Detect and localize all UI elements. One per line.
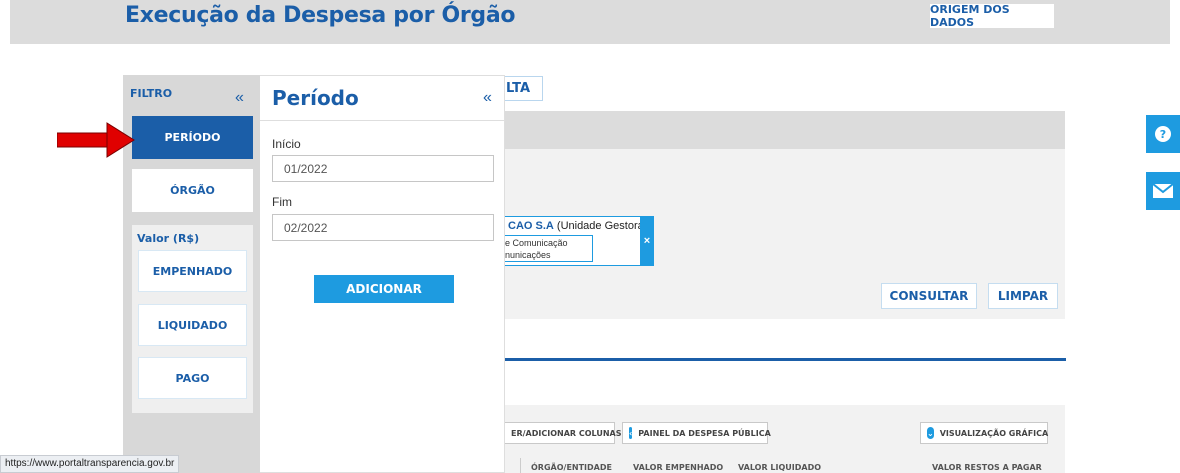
page-title: Execução da Despesa por Órgão [125, 3, 516, 28]
table-header-restos[interactable]: VALOR RESTOS A PAGAR [932, 463, 1042, 472]
filters-header-bar [505, 111, 1065, 149]
chip-title: CAO S.A (Unidade Gestora) [508, 220, 647, 232]
chip-title-rest: (Unidade Gestora) [553, 220, 648, 232]
consulta-tab[interactable]: LTA [503, 76, 543, 101]
add-columns-button[interactable]: ER/ADICIONAR COLUNAS [505, 422, 621, 444]
filter-periodo-button[interactable]: PERÍODO [132, 116, 253, 159]
filter-empenhado-button[interactable]: EMPENHADO [138, 250, 247, 292]
filter-pago-button[interactable]: PAGO [138, 357, 247, 399]
section-divider [505, 358, 1066, 361]
chip-title-bold: CAO S.A [508, 220, 554, 232]
origem-dos-dados-button[interactable]: ORIGEM DOS DADOS [930, 3, 1054, 29]
inicio-label: Início [272, 137, 301, 151]
chevron-down-icon: ⌄ [927, 427, 934, 439]
table-header-empenhado[interactable]: VALOR EMPENHADO [633, 463, 723, 472]
valor-label: Valor (R$) [137, 232, 200, 245]
limpar-button[interactable]: LIMPAR [988, 283, 1058, 309]
chip-line-1: e Comunicação [505, 238, 568, 248]
remove-filter-button[interactable]: × [640, 216, 654, 266]
svg-text:?: ? [1160, 128, 1166, 141]
periodo-panel [260, 75, 505, 473]
column-separator [520, 458, 521, 473]
filter-liquidado-button[interactable]: LIQUIDADO [138, 304, 247, 346]
collapse-periodo-icon[interactable]: « [483, 89, 492, 107]
fim-input[interactable] [272, 214, 494, 241]
status-bar-url: https://www.portaltransparencia.gov.br [0, 455, 180, 473]
table-header-liquidado[interactable]: VALOR LIQUIDADO [738, 463, 821, 472]
collapse-filter-icon[interactable]: « [235, 89, 244, 107]
filter-title: FILTRO [130, 87, 173, 100]
contact-button[interactable] [1146, 172, 1180, 210]
filter-orgao-button[interactable]: ÓRGÃO [132, 169, 253, 212]
adicionar-button[interactable]: ADICIONAR [314, 275, 454, 303]
inicio-input[interactable] [272, 155, 494, 182]
selected-filter-chip: CAO S.A (Unidade Gestora) e Comunicação … [503, 216, 647, 266]
painel-despesa-button[interactable]: ‹ PAINEL DA DESPESA PÚBLICA [622, 422, 771, 444]
visualizacao-grafica-button[interactable]: ⌄ VISUALIZAÇÃO GRÁFICA [920, 422, 1048, 444]
question-circle-icon: ? [1155, 126, 1171, 142]
chevron-left-icon: ‹ [629, 427, 633, 439]
help-button[interactable]: ? [1146, 115, 1180, 153]
red-arrow-icon [57, 122, 135, 158]
painel-despesa-label: PAINEL DA DESPESA PÚBLICA [638, 428, 771, 438]
chip-line-2: nunicações [505, 250, 551, 260]
consultar-button[interactable]: CONSULTAR [881, 283, 977, 309]
envelope-icon [1153, 184, 1173, 198]
visualizacao-label: VISUALIZAÇÃO GRÁFICA [939, 428, 1049, 438]
chip-subtitle: e Comunicação nunicações [503, 235, 593, 262]
periodo-title: Período [272, 86, 359, 110]
fim-label: Fim [272, 195, 292, 209]
table-header-orgao[interactable]: ÓRGÃO/ENTIDADE [531, 463, 612, 472]
